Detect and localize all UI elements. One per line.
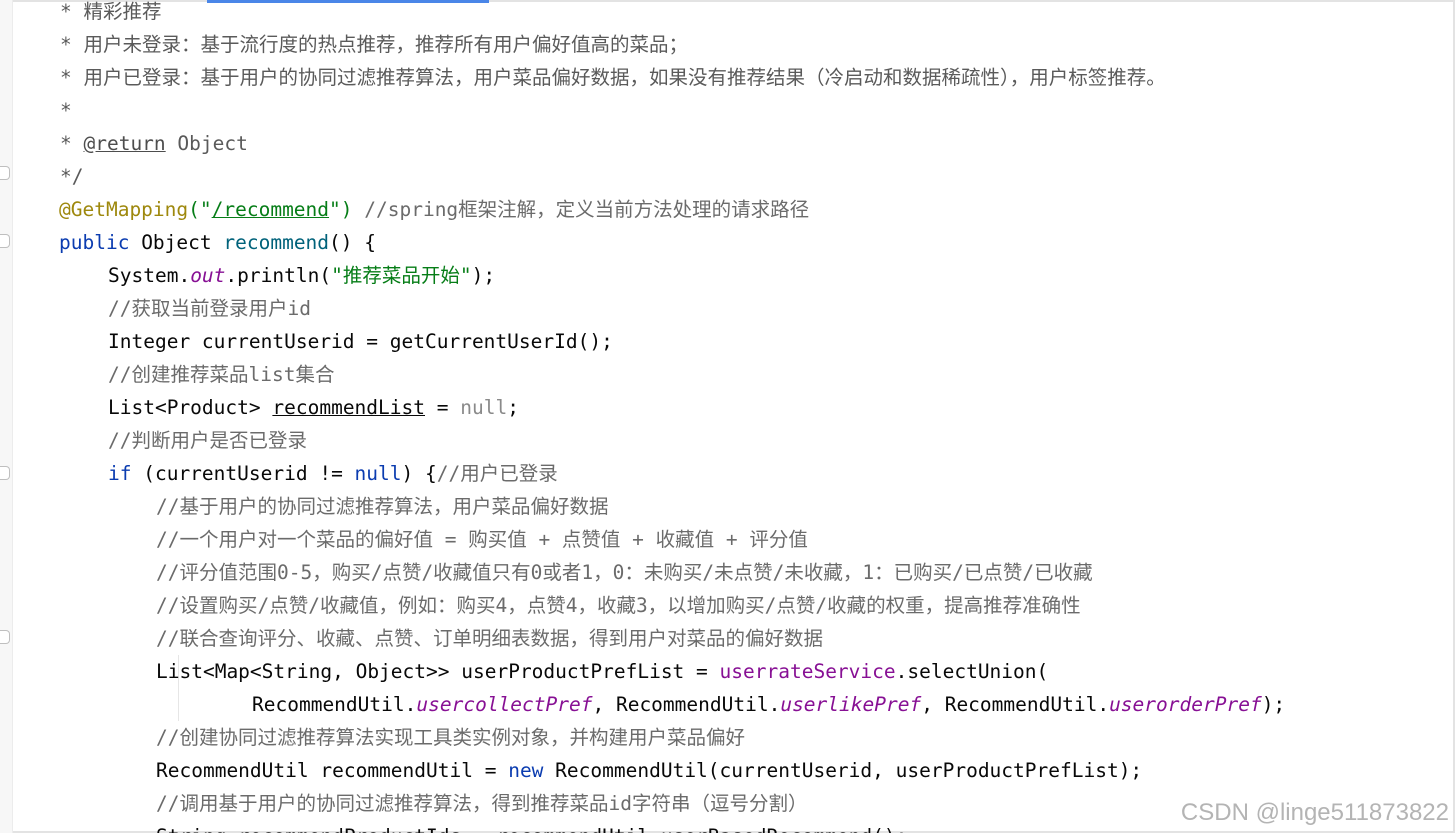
method-signature-rest: () {	[329, 231, 377, 254]
line-comment: //设置购买/点赞/收藏值，例如：购买4，点赞4，收藏3，以增加购买/点赞/收藏…	[156, 594, 1081, 617]
code-text: String recommendProductIds = recommendUt…	[156, 825, 907, 833]
fold-marker-icon[interactable]	[0, 630, 10, 644]
field-userrate-service[interactable]: userrateService	[720, 660, 896, 683]
code-text: RecommendUtil(currentUserid, userProduct…	[543, 759, 1143, 782]
code-line: * 用户未登录：基于流行度的热点推荐，推荐所有用户偏好值高的菜品；	[12, 28, 1453, 61]
watermark: CSDN @linge511873822	[1180, 799, 1449, 826]
static-field-userorder-pref[interactable]: userorderPref	[1109, 693, 1262, 716]
keyword-if: if	[108, 462, 132, 485]
static-field-usercollect-pref[interactable]: usercollectPref	[416, 693, 592, 716]
line-comment: //创建推荐菜品list集合	[108, 363, 335, 386]
string-delimiter: ")	[329, 198, 353, 221]
line-comment: //联合查询评分、收藏、点赞、订单明细表数据，得到用户对菜品的偏好数据	[156, 627, 823, 650]
code-line: //获取当前登录用户id	[12, 292, 1453, 325]
line-comment: //判断用户是否已登录	[108, 429, 307, 452]
code-line: */	[12, 160, 1453, 193]
line-comment: //一个用户对一个菜品的偏好值 = 购买值 + 点赞值 + 收藏值 + 评分值	[156, 528, 808, 551]
doc-comment-text: * 用户未登录：基于流行度的热点推荐，推荐所有用户偏好值高的菜品；	[60, 33, 688, 56]
static-field-userlike-pref[interactable]: userlikePref	[780, 693, 921, 716]
code-line: //联合查询评分、收藏、点赞、订单明细表数据，得到用户对菜品的偏好数据	[12, 622, 1453, 655]
doc-tag-return[interactable]: @return	[83, 132, 165, 155]
code-text: .println(	[225, 264, 332, 287]
code-text: );	[1261, 693, 1286, 716]
code-line: //创建协同过滤推荐算法实现工具类实例对象，并构建用户菜品偏好	[12, 721, 1453, 754]
line-comment: //用户已登录	[436, 462, 558, 485]
line-comment: //评分值范围0-5，购买/点赞/收藏值只有0或者1，0：未购买/未点赞/未收藏…	[156, 561, 1093, 584]
code-text: RecommendUtil recommendUtil =	[156, 759, 509, 782]
return-type: Object	[129, 231, 224, 254]
line-comment: //spring框架注解，定义当前方法处理的请求路径	[352, 198, 810, 221]
doc-comment-text: Object	[165, 132, 248, 155]
code-line: *	[12, 94, 1453, 127]
method-name[interactable]: recommend	[223, 231, 329, 254]
keyword-null: null	[460, 396, 508, 419]
code-line: * @return Object	[12, 127, 1453, 160]
code-line: * 精彩推荐	[12, 0, 1453, 28]
code-text: RecommendUtil.	[252, 693, 417, 716]
annotation-get-mapping[interactable]: @GetMapping	[59, 198, 188, 221]
code-text: , RecommendUtil.	[592, 693, 781, 716]
code-line: List<Map<String, Object>> userProductPre…	[12, 655, 1453, 688]
fold-marker-icon[interactable]	[0, 466, 10, 480]
code-text: ) {	[401, 462, 437, 485]
code-line: * 用户已登录：基于用户的协同过滤推荐算法，用户菜品偏好数据，如果没有推荐结果（…	[12, 61, 1453, 94]
route-path-link[interactable]: /recommend	[212, 198, 329, 221]
code-text: , RecommendUtil.	[921, 693, 1110, 716]
line-comment: //获取当前登录用户id	[108, 297, 311, 320]
fold-marker-icon[interactable]	[0, 234, 10, 248]
code-text: System.	[108, 264, 191, 287]
keyword-public: public	[59, 231, 130, 254]
code-line: //设置购买/点赞/收藏值，例如：购买4，点赞4，收藏3，以增加购买/点赞/收藏…	[12, 589, 1453, 622]
doc-comment-text: * 用户已登录：基于用户的协同过滤推荐算法，用户菜品偏好数据，如果没有推荐结果（…	[60, 66, 1166, 89]
doc-comment-text: *	[60, 132, 84, 155]
doc-comment-text: *	[60, 99, 72, 122]
keyword-new: new	[508, 759, 544, 782]
line-comment: //创建协同过滤推荐算法实现工具类实例对象，并构建用户菜品偏好	[156, 726, 745, 749]
code-line: @GetMapping("/recommend") //spring框架注解，定…	[12, 193, 1453, 226]
code-line: System.out.println("推荐菜品开始");	[12, 259, 1453, 292]
line-comment: //基于用户的协同过滤推荐算法，用户菜品偏好数据	[156, 495, 609, 518]
code-line: //评分值范围0-5，购买/点赞/收藏值只有0或者1，0：未购买/未点赞/未收藏…	[12, 556, 1453, 589]
code-line: RecommendUtil recommendUtil = new Recomm…	[12, 754, 1453, 787]
code-text: (currentUserid !=	[131, 462, 355, 485]
code-text: List<Map<String, Object>> userProductPre…	[156, 660, 720, 683]
string-literal: "推荐菜品开始"	[331, 264, 472, 287]
doc-comment-end: */	[60, 165, 84, 188]
keyword-null: null	[354, 462, 402, 485]
code-line: if (currentUserid != null) {//用户已登录	[12, 457, 1453, 490]
code-line: public Object recommend() {	[12, 226, 1453, 259]
string-delimiter: ("	[188, 198, 212, 221]
code-line: //创建推荐菜品list集合	[12, 358, 1453, 391]
code-line: //判断用户是否已登录	[12, 424, 1453, 457]
variable-recommend-list[interactable]: recommendList	[272, 396, 425, 419]
code-text: );	[471, 264, 496, 287]
code-text: List<Product>	[108, 396, 273, 419]
fold-marker-icon[interactable]	[0, 166, 10, 180]
code-line: List<Product> recommendList = null;	[12, 391, 1453, 424]
static-field-out[interactable]: out	[190, 264, 225, 287]
line-comment: //调用基于用户的协同过滤推荐算法，得到推荐菜品id字符串（逗号分割）	[156, 792, 808, 815]
code-line: Integer currentUserid = getCurrentUserId…	[12, 325, 1453, 358]
code-line: //基于用户的协同过滤推荐算法，用户菜品偏好数据	[12, 490, 1453, 523]
doc-comment-text: * 精彩推荐	[60, 0, 162, 23]
code-editor[interactable]: * 精彩推荐 * 用户未登录：基于流行度的热点推荐，推荐所有用户偏好值高的菜品；…	[12, 0, 1453, 833]
code-line: //一个用户对一个菜品的偏好值 = 购买值 + 点赞值 + 收藏值 + 评分值	[12, 523, 1453, 556]
code-text: ;	[507, 396, 519, 419]
code-text: .selectUnion(	[895, 660, 1049, 683]
code-text: =	[425, 396, 461, 419]
code-text: Integer currentUserid = getCurrentUserId…	[108, 330, 613, 353]
code-line: RecommendUtil.usercollectPref, Recommend…	[12, 688, 1453, 721]
